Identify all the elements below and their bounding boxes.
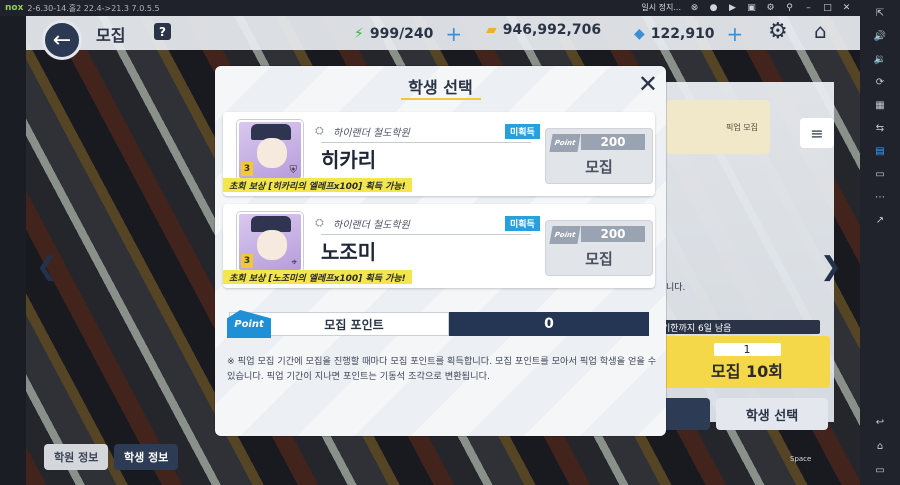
divider [321,142,531,143]
android-home-icon[interactable]: ⌂ [873,439,887,453]
back-button[interactable]: ← [42,20,82,60]
gem-add-icon[interactable]: + [727,22,744,46]
credit-ticket-icon: ▰ [486,22,497,38]
next-banner-arrow-icon[interactable]: ❯ [820,252,842,282]
student-name: 히카리 [321,148,377,172]
volume-down-icon[interactable]: 🔉 [873,52,887,66]
student-portrait: 3 ⌖ [237,212,303,272]
pin-icon[interactable]: ⚲ [784,2,795,13]
time-limit-label: 기한까지 6일 남음 [650,320,820,334]
pyroxene-gem-icon: ◆ [634,26,645,42]
gem-value: 122,910 [650,26,715,42]
school-name: 하이랜더 철도학원 [333,128,410,139]
emulator-version: 2-6.30-14.홀2 22.4->21.3 7.0.5.5 [27,3,160,13]
tab-school-info[interactable]: 학원 정보 [44,444,109,470]
maximize-icon[interactable]: □ [822,2,833,13]
title-underline [401,98,481,100]
pause-label[interactable]: 일시 정지... [641,2,681,13]
credit-resource: ▰ 946,992,706 [486,22,601,38]
home-icon[interactable]: ⌂ [814,19,827,43]
role-icon: ⌖ [291,257,297,268]
star-badge: 3 [241,254,253,268]
recruit-button[interactable]: Point 200 모집 [545,220,653,276]
sync-icon[interactable]: ⇆ [873,121,887,135]
modal-title: 학생 선택 [408,78,473,97]
recruit-10-button[interactable]: 1 모집 10회 [664,336,830,388]
school-emblem-icon: ⛭ [315,124,324,137]
tab-student-info[interactable]: 학생 정보 [114,444,179,470]
student-select-modal: 학생 선택 ✕ 3 ⛨ ⛭ 하이랜더 철도학원 히카리 미획득 초회 보상 [히… [215,66,666,436]
prev-banner-arrow-icon[interactable]: ❮ [36,252,58,282]
settings-icon[interactable]: ⚙ [765,2,776,13]
info-text: 니다. [666,283,686,293]
energy-value: 999/240 [369,26,434,42]
more-icon[interactable]: ⋯ [873,190,887,204]
pickup-banner[interactable]: 픽업 모집 [666,100,770,154]
point-icon: Point [549,134,581,152]
recruit-10-label: 모집 10회 [711,361,783,381]
student-portrait: 3 ⛨ [237,120,303,180]
energy-add-icon[interactable]: + [445,22,462,46]
school-name: 하이랜더 철도학원 [333,220,410,231]
emulator-title-bar: nox 2-6.30-14.홀2 22.4->21.3 7.0.5.5 일시 정… [0,0,900,16]
emulator-side-toolbar: ⇱ 🔊 🔉 ⟳ ▦ ⇆ ▤ ▭ ⋯ ↗ ↩ ⌂ ▭ [860,0,900,485]
screenshot-icon[interactable]: ▦ [873,98,887,112]
pickup-banner-label: 픽업 모집 [726,122,758,132]
gear-icon[interactable]: ⚙ [768,19,788,44]
recruit-button[interactable]: Point 200 모집 [545,128,653,184]
student-name: 노조미 [321,240,377,264]
school-emblem-icon: ⛭ [315,216,324,229]
recruit-point-value: 0 [449,312,649,336]
student-card-hikari: 3 ⛨ ⛭ 하이랜더 철도학원 히카리 미획득 초회 보상 [히카리의 엘레프x… [223,112,655,196]
point-icon: Point [549,226,581,244]
close-icon[interactable]: ✕ [841,2,852,13]
first-reward-label: 초회 보상 [노조미의 엘레프x100] 획득 가능! [223,270,412,284]
close-icon[interactable]: ✕ [638,70,658,98]
energy-bolt-icon: ⚡ [354,26,364,42]
emulator-logo: nox [5,3,24,13]
divider [321,234,531,235]
status-badge: 미획득 [505,216,540,231]
record-icon[interactable]: ● [708,2,719,13]
expand-icon[interactable]: ⇱ [873,6,887,20]
volume-up-icon[interactable]: 🔊 [873,29,887,43]
help-icon[interactable]: ? [154,23,171,40]
close-circle-icon[interactable]: ⊗ [689,2,700,13]
star-badge: 3 [241,162,253,176]
recruit-button-label: 모집 [585,250,613,268]
play-icon[interactable]: ▶ [727,2,738,13]
rotate-icon[interactable]: ⟳ [873,75,887,89]
android-back-icon[interactable]: ↩ [873,415,887,429]
gem-resource: ◆ 122,910 + [634,22,743,46]
status-badge: 미획득 [505,124,540,139]
recruit-point-bar: Point 모집 포인트 0 [227,310,649,338]
message-icon[interactable]: ▭ [873,167,887,181]
keyboard-icon[interactable]: ▤ [873,144,887,158]
first-reward-label: 초회 보상 [히카리의 엘레프x100] 획득 가능! [223,178,412,192]
top-hud: 모집 ? ⚡ 999/240 + ▰ 946,992,706 ◆ 122,910… [26,16,860,50]
page-title: 모집 [96,26,126,45]
credit-value: 946,992,706 [502,22,602,38]
energy-resource: ⚡ 999/240 + [354,22,462,46]
student-card-nozomi: 3 ⌖ ⛭ 하이랜더 철도학원 노조미 미획득 초회 보상 [노조미의 엘레프x… [223,204,655,288]
role-icon: ⛨ [289,165,298,176]
select-student-button[interactable]: 학생 선택 [716,398,828,430]
android-recent-icon[interactable]: ▭ [873,463,887,477]
keymap-space-label: Space [790,455,812,463]
point-cost: 200 [581,226,645,242]
recruit-button-label: 모집 [585,158,613,176]
menu-button[interactable]: ≡ [800,118,834,148]
external-link-icon[interactable]: ↗ [873,213,887,227]
point-cost: 200 [581,134,645,150]
recruit-10-count: 1 [713,342,781,356]
minimize-icon[interactable]: – [803,2,814,13]
notice-text: ※ 픽업 모집 기간에 모집을 진행할 때마다 모집 포인트를 획득합니다. 모… [227,356,657,382]
multi-instance-icon[interactable]: ▣ [746,2,757,13]
recruit-1-button[interactable] [660,398,710,430]
